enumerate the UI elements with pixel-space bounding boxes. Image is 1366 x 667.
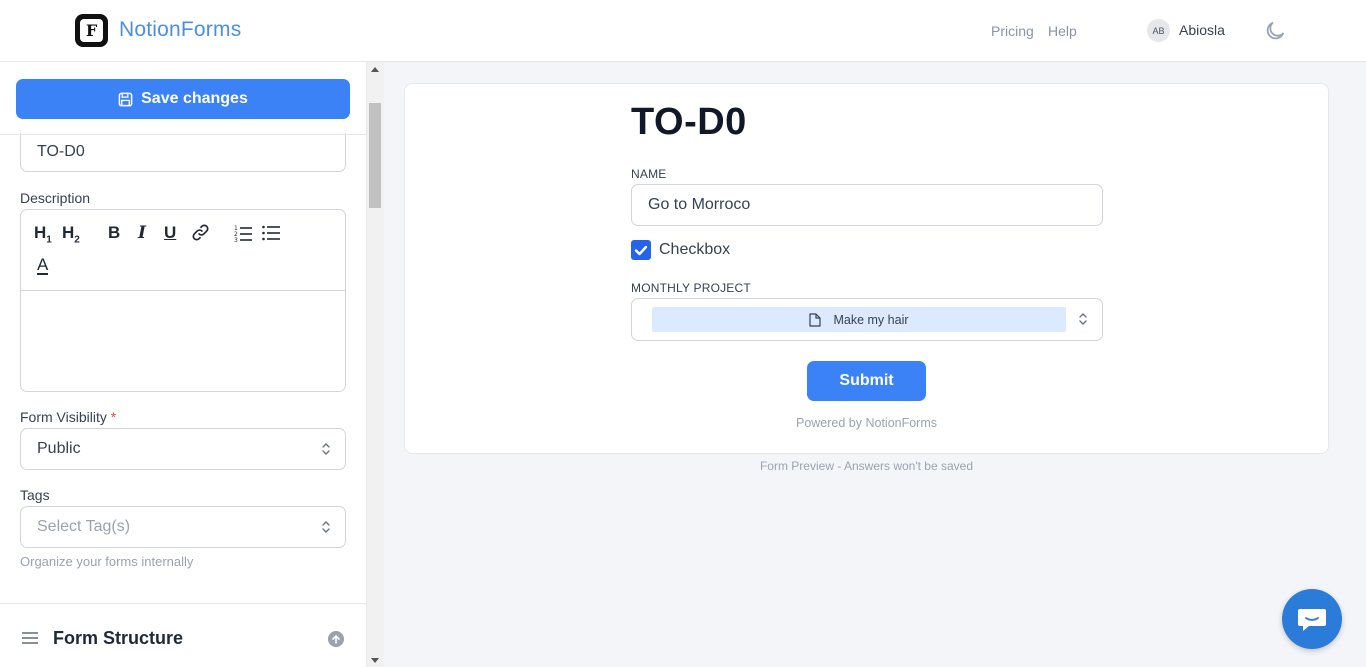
- selected-project-value: Make my hair: [833, 312, 909, 327]
- chat-bubble-icon: [1298, 609, 1326, 631]
- heading-1-icon[interactable]: H1: [34, 223, 52, 245]
- bullet-list-icon[interactable]: [262, 224, 280, 242]
- description-rich-text-editor: H1 H2 B I U 1 2 3 A: [20, 209, 346, 392]
- tags-select[interactable]: Select Tag(s): [20, 506, 346, 548]
- top-navbar: F NotionForms Pricing Help AB Abiosla: [0, 0, 1366, 62]
- form-visibility-value: Public: [37, 440, 81, 457]
- italic-icon[interactable]: I: [138, 223, 146, 243]
- save-changes-label: Save changes: [141, 90, 248, 107]
- page-document-icon: [809, 312, 822, 327]
- chevron-up-down-icon: [322, 443, 330, 455]
- form-title-input[interactable]: TO-D0: [20, 133, 346, 172]
- form-editor-sidebar: TO-D0 Save changes Description H1 H2 B I…: [0, 62, 367, 667]
- user-avatar[interactable]: AB: [1147, 19, 1170, 42]
- svg-text:3: 3: [234, 237, 238, 242]
- submit-button[interactable]: Submit: [807, 361, 926, 401]
- tags-hint: Organize your forms internally: [20, 554, 194, 569]
- tags-label: Tags: [20, 487, 50, 503]
- powered-by-text[interactable]: Powered by NotionForms: [0, 416, 1366, 430]
- preview-note: Form Preview - Answers won't be saved: [759, 459, 974, 473]
- underline-icon[interactable]: U: [164, 223, 176, 243]
- collapse-up-arrow-icon[interactable]: [328, 631, 344, 647]
- bold-icon[interactable]: B: [108, 223, 120, 243]
- checkbox-input[interactable]: [631, 240, 651, 260]
- checkbox-label[interactable]: Checkbox: [659, 241, 730, 259]
- tags-placeholder: Select Tag(s): [37, 518, 131, 535]
- notionforms-logo-icon[interactable]: F: [75, 14, 108, 47]
- scroll-down-arrow-icon[interactable]: [371, 658, 379, 663]
- chevron-up-down-icon: [322, 521, 330, 533]
- page-scrollbar[interactable]: [1356, 62, 1366, 667]
- name-field-label: NAME: [631, 167, 667, 181]
- heading-2-icon[interactable]: H2: [62, 223, 80, 245]
- preview-form-title: TO-D0: [631, 101, 747, 143]
- hamburger-menu-icon[interactable]: [22, 632, 38, 644]
- save-divider: [0, 134, 366, 135]
- ordered-list-icon[interactable]: 1 2 3: [234, 224, 252, 242]
- structure-divider: [0, 603, 366, 604]
- save-changes-button[interactable]: Save changes: [16, 79, 350, 119]
- chevron-up-down-icon: [1079, 313, 1087, 325]
- user-name[interactable]: Abiosla: [1179, 22, 1225, 38]
- floppy-disk-icon: [118, 92, 133, 106]
- text-color-icon[interactable]: A: [37, 256, 49, 275]
- editor-toolbar: H1 H2 B I U 1 2 3 A: [21, 210, 345, 291]
- monthly-project-label: MONTHLY PROJECT: [631, 281, 751, 295]
- selected-project-chip: Make my hair: [652, 307, 1066, 332]
- sidebar-scrollbar[interactable]: [367, 62, 384, 667]
- chat-support-button[interactable]: [1282, 589, 1342, 649]
- scroll-up-arrow-icon[interactable]: [371, 67, 379, 72]
- form-structure-title[interactable]: Form Structure: [53, 628, 183, 649]
- link-icon[interactable]: [191, 223, 210, 242]
- logo-letter: F: [80, 19, 103, 42]
- description-text-area[interactable]: [21, 291, 345, 391]
- checkmark-icon: [634, 245, 648, 256]
- monthly-project-select[interactable]: Make my hair: [631, 298, 1103, 341]
- nav-pricing-link[interactable]: Pricing: [991, 23, 1034, 39]
- brand-name[interactable]: NotionForms: [119, 18, 241, 42]
- nav-help-link[interactable]: Help: [1048, 23, 1077, 39]
- name-input[interactable]: Go to Morroco: [631, 184, 1103, 226]
- description-label: Description: [20, 190, 91, 206]
- dark-mode-moon-icon[interactable]: [1263, 19, 1287, 43]
- scrollbar-thumb[interactable]: [369, 103, 381, 208]
